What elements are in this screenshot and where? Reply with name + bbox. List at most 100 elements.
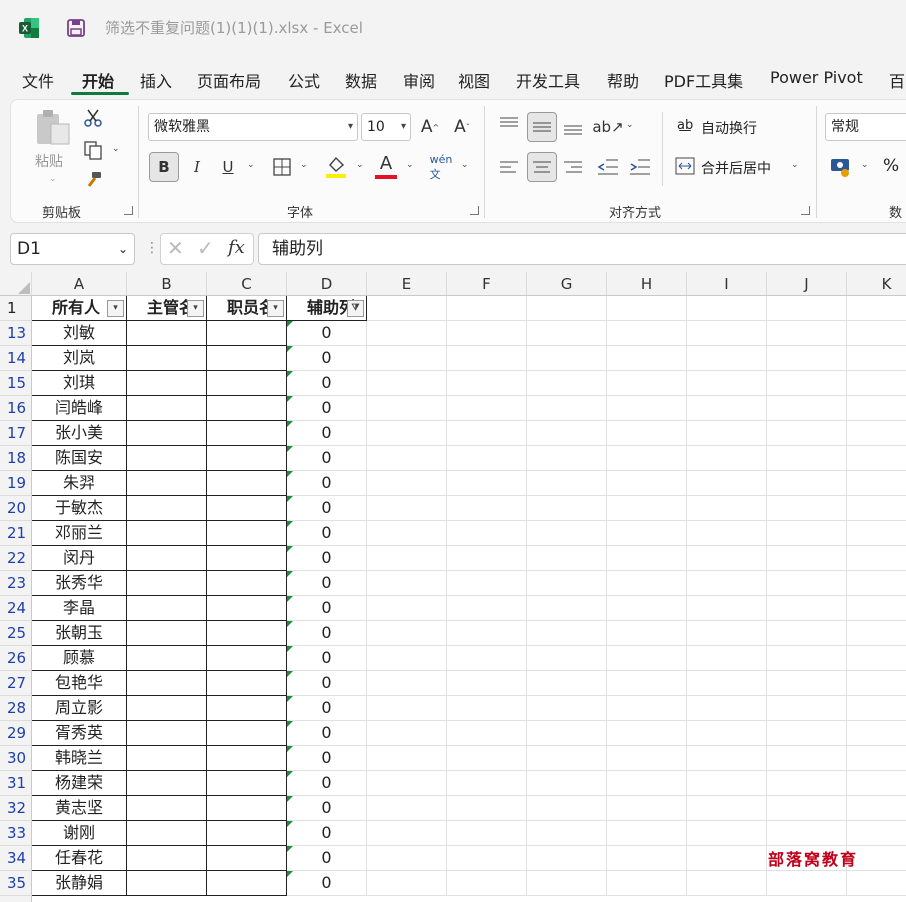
grid-cell[interactable]: [607, 621, 687, 646]
manager-cell[interactable]: [127, 446, 207, 471]
font-color-icon[interactable]: A: [375, 152, 397, 174]
row-header[interactable]: 30: [0, 746, 32, 771]
grid-cell[interactable]: [767, 571, 847, 596]
staff-cell[interactable]: [207, 396, 287, 421]
manager-cell[interactable]: [127, 796, 207, 821]
manager-cell[interactable]: [127, 671, 207, 696]
grid-cell[interactable]: [767, 721, 847, 746]
grid-cell[interactable]: [687, 546, 767, 571]
insert-function-icon[interactable]: fx: [228, 237, 245, 258]
row-header[interactable]: 31: [0, 771, 32, 796]
grid-cell[interactable]: [767, 671, 847, 696]
grid-cell[interactable]: [607, 746, 687, 771]
tab-formulas[interactable]: 公式: [288, 68, 320, 92]
grid-cell[interactable]: [767, 646, 847, 671]
cut-icon[interactable]: [83, 108, 103, 128]
manager-cell[interactable]: [127, 546, 207, 571]
grid-cell[interactable]: [367, 746, 447, 771]
grid-cell[interactable]: [447, 296, 527, 321]
grid-cell[interactable]: [367, 371, 447, 396]
helper-cell[interactable]: 0: [287, 321, 367, 346]
owner-cell[interactable]: 闫皓峰: [32, 396, 127, 421]
helper-cell[interactable]: 0: [287, 446, 367, 471]
staff-cell[interactable]: [207, 871, 287, 896]
grid-cell[interactable]: [767, 771, 847, 796]
percent-style-button[interactable]: %: [883, 156, 899, 176]
font-color-chevron-down-icon[interactable]: ⌄: [406, 160, 414, 170]
row-header[interactable]: 33: [0, 821, 32, 846]
grid-cell[interactable]: [847, 471, 906, 496]
staff-cell[interactable]: [207, 321, 287, 346]
grid-cell[interactable]: [367, 721, 447, 746]
grid-cell[interactable]: [447, 421, 527, 446]
row-header[interactable]: 19: [0, 471, 32, 496]
clipboard-launcher-icon[interactable]: [124, 206, 133, 215]
owner-cell[interactable]: 刘敏: [32, 321, 127, 346]
helper-cell[interactable]: 0: [287, 821, 367, 846]
grid-cell[interactable]: [367, 471, 447, 496]
filter-dropdown-icon[interactable]: ▾: [267, 300, 284, 317]
grid-cell[interactable]: [607, 471, 687, 496]
header-cell-owner[interactable]: 所有人 ▾: [32, 296, 127, 321]
grid-cell[interactable]: [607, 821, 687, 846]
grid-cell[interactable]: [847, 396, 906, 421]
grid-cell[interactable]: [367, 571, 447, 596]
owner-cell[interactable]: 邓丽兰: [32, 521, 127, 546]
owner-cell[interactable]: 于敏杰: [32, 496, 127, 521]
grid-cell[interactable]: [767, 496, 847, 521]
manager-cell[interactable]: [127, 871, 207, 896]
grid-cell[interactable]: [687, 821, 767, 846]
staff-cell[interactable]: [207, 646, 287, 671]
helper-cell[interactable]: 0: [287, 521, 367, 546]
row-header[interactable]: 21: [0, 521, 32, 546]
grid-cell[interactable]: [687, 571, 767, 596]
grid-cell[interactable]: [447, 321, 527, 346]
header-cell-manager[interactable]: 主管名 ▾: [127, 296, 207, 321]
manager-cell[interactable]: [127, 821, 207, 846]
grid-cell[interactable]: [847, 821, 906, 846]
grid-cell[interactable]: [527, 496, 607, 521]
owner-cell[interactable]: 刘岚: [32, 346, 127, 371]
grid-cell[interactable]: [687, 671, 767, 696]
row-header[interactable]: 24: [0, 596, 32, 621]
align-top-icon[interactable]: [499, 116, 519, 132]
grid-cell[interactable]: [767, 321, 847, 346]
grid-cell[interactable]: [367, 396, 447, 421]
paste-label[interactable]: 粘贴: [35, 151, 63, 171]
owner-cell[interactable]: 张朝玉: [32, 621, 127, 646]
grid-cell[interactable]: [687, 646, 767, 671]
decrease-indent-icon[interactable]: [597, 158, 619, 176]
grid-cell[interactable]: [447, 496, 527, 521]
row-header[interactable]: [0, 896, 32, 902]
column-header-d[interactable]: D: [287, 272, 367, 296]
helper-cell[interactable]: 0: [287, 871, 367, 896]
grid-cell[interactable]: [527, 296, 607, 321]
grid-cell[interactable]: [687, 471, 767, 496]
fill-color-chevron-down-icon[interactable]: ⌄: [356, 160, 364, 170]
column-header-b[interactable]: B: [127, 272, 207, 296]
staff-cell[interactable]: [207, 596, 287, 621]
grid-cell[interactable]: [847, 446, 906, 471]
filter-active-icon[interactable]: ⧩: [347, 300, 364, 317]
grid-cell[interactable]: [447, 671, 527, 696]
save-icon[interactable]: [66, 18, 86, 38]
staff-cell[interactable]: [207, 521, 287, 546]
grid-cell[interactable]: [527, 546, 607, 571]
grid-cell[interactable]: [767, 446, 847, 471]
owner-cell[interactable]: 张秀华: [32, 571, 127, 596]
helper-cell[interactable]: 0: [287, 596, 367, 621]
grid-cell[interactable]: [687, 796, 767, 821]
formula-input[interactable]: 辅助列: [258, 233, 906, 265]
owner-cell[interactable]: 朱羿: [32, 471, 127, 496]
grid-cell[interactable]: [447, 646, 527, 671]
grid-cell[interactable]: [447, 546, 527, 571]
align-bottom-icon[interactable]: [563, 120, 583, 136]
grid-cell[interactable]: [607, 846, 687, 871]
font-launcher-icon[interactable]: [470, 206, 479, 215]
grid-cell[interactable]: [607, 546, 687, 571]
owner-cell[interactable]: 周立影: [32, 696, 127, 721]
staff-cell[interactable]: [207, 371, 287, 396]
grid-cell[interactable]: [767, 796, 847, 821]
phonetic-guide-icon[interactable]: wén 文: [429, 153, 453, 181]
grid-cell[interactable]: [527, 371, 607, 396]
